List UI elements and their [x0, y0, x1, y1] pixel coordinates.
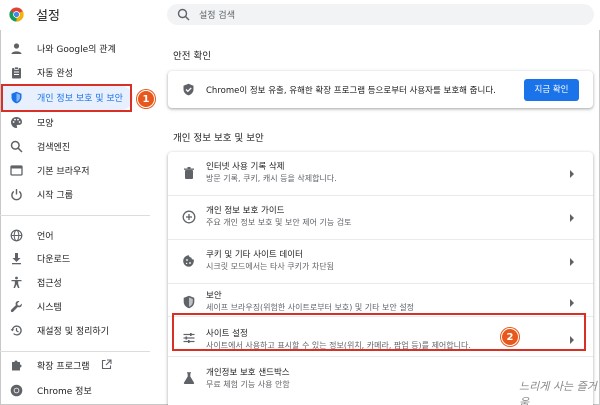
- add-circle-icon: [182, 210, 196, 224]
- check-now-button[interactable]: 지금 확인: [524, 79, 579, 101]
- highlight-box-privacy: [1, 84, 132, 112]
- chrome-icon: [10, 384, 23, 397]
- chevron-right-icon: [568, 257, 576, 267]
- row-subtitle: 주요 개인 정보 보호 및 보안 제어 기능 검토: [206, 218, 352, 227]
- browser-icon: [10, 164, 23, 177]
- power-icon: [10, 188, 23, 201]
- clipboard-icon: [10, 66, 23, 79]
- trash-icon: [182, 166, 196, 180]
- palette-icon: [10, 116, 23, 129]
- header: 설정 설정 검색: [0, 0, 600, 30]
- chevron-right-icon: [568, 213, 576, 223]
- sidebar-item-label: 접근성: [37, 279, 62, 289]
- row-subtitle: 방문 기록, 쿠키, 캐시 등을 삭제합니다.: [206, 174, 337, 183]
- sidebar-item-google[interactable]: 나와 Google의 관계: [0, 37, 150, 61]
- watermark: 느리게 사는 즐거움: [519, 380, 597, 405]
- safety-check-description: Chrome이 정보 유출, 유해한 확장 프로그램 등으로부터 사용자를 보호…: [206, 86, 496, 96]
- privacy-section-title: 개인 정보 보호 및 보안: [173, 133, 264, 144]
- globe-icon: [10, 229, 23, 242]
- sidebar-item-label: 확장 프로그램: [37, 362, 90, 372]
- row-subtitle: 시크릿 모드에서는 타사 쿠키가 차단됨: [206, 262, 334, 271]
- sidebar-item-label: 검색엔진: [37, 143, 71, 153]
- page-title: 설정: [36, 9, 60, 24]
- chevron-right-icon: [568, 298, 576, 308]
- sidebar-item-label: 시작 그룹: [37, 191, 73, 201]
- chevron-right-icon: [568, 169, 576, 179]
- history-icon: [10, 324, 23, 337]
- sidebar-item-search-engine[interactable]: 검색엔진: [0, 135, 150, 159]
- person-icon: [10, 42, 23, 55]
- sidebar-item-appearance[interactable]: 모양: [0, 111, 150, 135]
- shield-icon: [182, 295, 196, 309]
- sidebar-item-label: Chrome 정보: [37, 387, 92, 397]
- sidebar-item-autofill[interactable]: 자동 완성: [0, 61, 150, 85]
- safety-check-card: Chrome이 정보 유출, 유해한 확장 프로그램 등으로부터 사용자를 보호…: [168, 71, 593, 108]
- search-box[interactable]: 설정 검색: [167, 4, 594, 25]
- sidebar-item-label: 나와 Google의 관계: [37, 45, 116, 55]
- sidebar-divider: [0, 351, 150, 352]
- sidebar-item-about-chrome[interactable]: Chrome 정보: [0, 379, 150, 403]
- search-input[interactable]: 설정 검색: [199, 8, 235, 21]
- safety-check-title: 안전 확인: [173, 51, 211, 62]
- sidebar-item-label: 자동 완성: [37, 69, 73, 79]
- chrome-logo-icon: [9, 7, 24, 22]
- step-badge-2: 2: [501, 328, 519, 346]
- sidebar-item-label: 다운로드: [37, 255, 71, 265]
- sidebar-item-accessibility[interactable]: 접근성: [0, 271, 150, 295]
- row-title: 쿠키 및 기타 사이트 데이터: [206, 250, 303, 260]
- accessibility-icon: [10, 276, 23, 289]
- row-subtitle: 세이프 브라우징(위험한 사이트로부터 보호) 및 기타 보안 설정: [206, 303, 415, 312]
- sidebar-item-default-browser[interactable]: 기본 브라우저: [0, 159, 150, 183]
- download-icon: [10, 252, 23, 265]
- sidebar-item-label: 언어: [37, 232, 54, 242]
- wrench-icon: [10, 300, 23, 313]
- sidebar-item-label: 시스템: [37, 303, 62, 313]
- sidebar-item-downloads[interactable]: 다운로드: [0, 247, 150, 271]
- sidebar-item-label: 재설정 및 정리하기: [37, 327, 109, 337]
- sidebar-item-languages[interactable]: 언어: [0, 224, 150, 248]
- row-clear-browsing-data[interactable]: 인터넷 사용 기록 삭제 방문 기록, 쿠키, 캐시 등을 삭제합니다.: [168, 152, 593, 196]
- row-title: 개인정보 보호 샌드박스: [206, 368, 290, 378]
- sidebar-item-reset[interactable]: 재설정 및 정리하기: [0, 319, 150, 343]
- sidebar-item-extensions[interactable]: 확장 프로그램: [0, 354, 150, 378]
- step-badge-1: 1: [137, 90, 155, 108]
- row-title: 보안: [206, 291, 222, 301]
- row-privacy-guide[interactable]: 개인 정보 보호 가이드 주요 개인 정보 보호 및 보안 제어 기능 검토: [168, 196, 593, 240]
- flask-icon: [182, 371, 196, 385]
- row-security[interactable]: 보안 세이프 브라우징(위험한 사이트로부터 보호) 및 기타 보안 설정: [168, 272, 593, 316]
- sidebar-item-label: 모양: [37, 119, 54, 129]
- sidebar-item-label: 기본 브라우저: [37, 167, 90, 177]
- shield-check-icon: [182, 83, 195, 96]
- highlight-box-site-settings: [172, 313, 586, 351]
- row-subtitle: 무료 체험 기능 사용 안함: [206, 380, 290, 389]
- puzzle-icon: [10, 359, 23, 372]
- row-title: 인터넷 사용 기록 삭제: [206, 162, 285, 172]
- cookie-icon: [182, 254, 196, 268]
- privacy-card: 인터넷 사용 기록 삭제 방문 기록, 쿠키, 캐시 등을 삭제합니다. 개인 …: [168, 152, 593, 405]
- sidebar-item-startup[interactable]: 시작 그룹: [0, 183, 150, 207]
- sidebar-item-system[interactable]: 시스템: [0, 295, 150, 319]
- row-title: 개인 정보 보호 가이드: [206, 206, 285, 216]
- search-icon: [177, 8, 190, 21]
- search-icon: [10, 140, 23, 153]
- open-in-new-icon: [101, 359, 112, 370]
- sidebar-divider: [0, 215, 150, 216]
